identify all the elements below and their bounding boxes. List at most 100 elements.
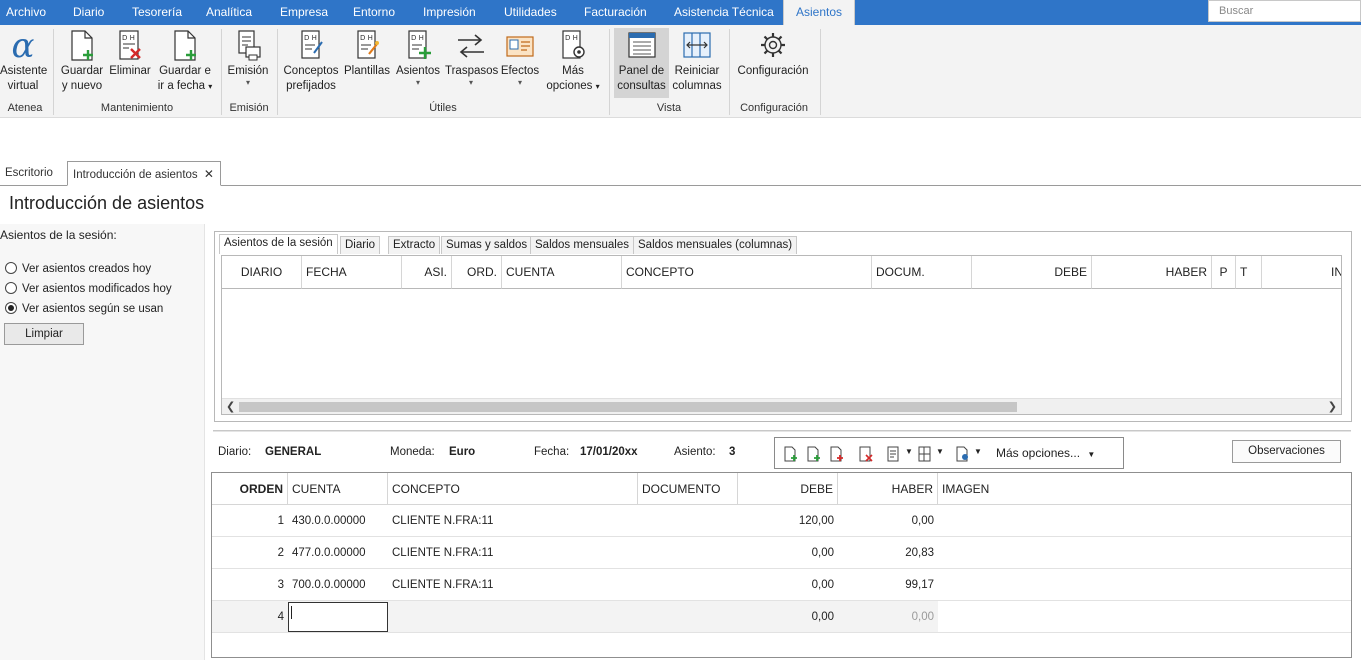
subtab-saldos-mensuales-columnas[interactable]: Saldos mensuales (columnas) <box>633 236 798 254</box>
column-header[interactable]: DOCUM. <box>872 256 972 289</box>
menu-tesoreria[interactable]: Tesorería <box>132 0 182 25</box>
panel-consultas-button[interactable]: Panel de consultas <box>614 28 669 98</box>
concepto-cell[interactable]: CLIENTE N.FRA:11 <box>392 505 493 537</box>
menu-analitica[interactable]: Analítica <box>206 0 252 25</box>
column-header[interactable]: DIARIO <box>222 256 302 289</box>
subtab-extracto[interactable]: Extracto <box>388 236 441 254</box>
cuenta-cell[interactable]: 700.0.0.00000 <box>292 569 366 601</box>
mas-opciones-ribbon-button[interactable]: D H Más opciones ▾ <box>544 28 602 94</box>
diario-value[interactable]: GENERAL <box>265 446 321 458</box>
subtab-saldos-mensuales[interactable]: Saldos mensuales <box>530 236 634 254</box>
tab-introduccion-asientos[interactable]: Introducción de asientos ✕ <box>67 161 221 186</box>
subtab-asientos-sesion[interactable]: Asientos de la sesión <box>219 234 338 254</box>
table-row[interactable]: 2 477.0.0.00000 CLIENTE N.FRA:11 0,00 20… <box>212 537 1351 569</box>
fecha-value[interactable]: 17/01/20xx <box>580 446 638 458</box>
menu-entorno[interactable]: Entorno <box>353 0 395 25</box>
emision-button[interactable]: Emisión ▾ <box>225 28 271 87</box>
column-header[interactable]: IMAGEN <box>938 473 1351 505</box>
table-row[interactable]: 4 0,00 0,00 <box>212 601 1351 633</box>
menu-archivo[interactable]: Archivo <box>6 0 46 25</box>
scrollbar-thumb[interactable] <box>239 402 1017 412</box>
scroll-right-icon[interactable]: ❯ <box>1328 400 1337 413</box>
concepto-cell[interactable]: CLIENTE N.FRA:11 <box>392 537 493 569</box>
delete-line-icon[interactable] <box>859 446 873 462</box>
columns-icon[interactable] <box>918 446 932 462</box>
tab-escritorio[interactable]: Escritorio <box>0 161 58 186</box>
column-header[interactable]: HABER <box>838 473 938 505</box>
debe-cell[interactable]: 120,00 <box>738 505 834 537</box>
radio-button[interactable] <box>5 262 17 274</box>
haber-cell[interactable]: 99,17 <box>838 569 934 601</box>
asientos-button[interactable]: D H Asientos ▾ <box>394 28 442 87</box>
cuenta-cell[interactable]: 477.0.0.00000 <box>292 537 366 569</box>
column-header[interactable]: CUENTA <box>288 473 388 505</box>
close-icon[interactable]: ✕ <box>204 167 214 181</box>
menu-impresion[interactable]: Impresión <box>423 0 476 25</box>
guardar-ir-fecha-button[interactable]: Guardar e ir a fecha ▾ <box>156 28 214 94</box>
menu-utilidades[interactable]: Utilidades <box>504 0 557 25</box>
chevron-down-icon[interactable]: ▼ <box>936 447 944 456</box>
reiniciar-columnas-button[interactable]: Reiniciar columnas <box>671 28 723 94</box>
duplicate-line-icon[interactable] <box>830 446 844 462</box>
subtab-diario[interactable]: Diario <box>340 236 381 254</box>
mas-opciones-button[interactable]: Más opciones... ▼ <box>996 446 1095 460</box>
column-header[interactable]: P <box>1212 256 1236 289</box>
insert-line-icon[interactable] <box>807 446 821 462</box>
cuenta-cell[interactable]: 430.0.0.00000 <box>292 505 366 537</box>
menu-asientos[interactable]: Asientos <box>783 0 856 25</box>
search-input[interactable]: Buscar <box>1208 0 1361 22</box>
cuenta-input[interactable] <box>288 602 388 632</box>
column-header[interactable]: IN <box>1262 256 1341 289</box>
column-header[interactable]: ORD. <box>452 256 502 289</box>
efectos-button[interactable]: Efectos ▾ <box>499 28 541 87</box>
column-header[interactable]: DEBE <box>972 256 1092 289</box>
observaciones-button[interactable]: Observaciones <box>1232 440 1341 463</box>
subtab-sumas-saldos[interactable]: Sumas y saldos <box>441 236 533 254</box>
scroll-left-icon[interactable]: ❮ <box>226 400 235 413</box>
radio-modificados-hoy[interactable]: Ver asientos modificados hoy <box>5 282 172 295</box>
column-header[interactable]: HABER <box>1092 256 1212 289</box>
column-header[interactable]: ORDEN <box>212 473 288 505</box>
column-header[interactable]: DEBE <box>738 473 838 505</box>
concepto-cell[interactable]: CLIENTE N.FRA:11 <box>392 569 493 601</box>
moneda-value[interactable]: Euro <box>449 446 475 458</box>
table-row[interactable]: 1 430.0.0.00000 CLIENTE N.FRA:11 120,00 … <box>212 505 1351 537</box>
document-settings-icon[interactable] <box>956 446 970 462</box>
radio-segun-se-usan[interactable]: Ver asientos según se usan <box>5 302 163 315</box>
column-header[interactable]: DOCUMENTO <box>638 473 738 505</box>
haber-cell[interactable]: 0,00 <box>838 601 934 633</box>
radio-creados-hoy[interactable]: Ver asientos creados hoy <box>5 262 151 275</box>
radio-button[interactable] <box>5 282 17 294</box>
conceptos-prefijados-button[interactable]: D H Conceptos prefijados <box>281 28 341 94</box>
column-header[interactable]: FECHA <box>302 256 402 289</box>
debe-cell[interactable]: 0,00 <box>738 601 834 633</box>
plantillas-button[interactable]: D H Plantillas <box>343 28 391 79</box>
debe-cell[interactable]: 0,00 <box>738 537 834 569</box>
menu-diario[interactable]: Diario <box>73 0 104 25</box>
horizontal-scrollbar[interactable]: ❮ ❯ <box>222 398 1341 414</box>
column-header[interactable]: T <box>1236 256 1262 289</box>
limpiar-button[interactable]: Limpiar <box>4 323 84 345</box>
debe-cell[interactable]: 0,00 <box>738 569 834 601</box>
configuracion-button[interactable]: Configuración <box>734 28 812 79</box>
radio-button[interactable] <box>5 302 17 314</box>
menu-empresa[interactable]: Empresa <box>280 0 328 25</box>
guardar-nuevo-button[interactable]: Guardar y nuevo <box>58 28 106 94</box>
column-header[interactable]: CONCEPTO <box>388 473 638 505</box>
column-header[interactable]: CONCEPTO <box>622 256 872 289</box>
asistente-virtual-button[interactable]: α Asistente virtual <box>0 28 47 94</box>
traspasos-button[interactable]: Traspasos ▾ <box>445 28 498 87</box>
chevron-down-icon[interactable]: ▼ <box>974 447 982 456</box>
haber-cell[interactable]: 20,83 <box>838 537 934 569</box>
add-line-icon[interactable] <box>784 446 798 462</box>
copy-line-icon[interactable] <box>887 446 901 462</box>
eliminar-button[interactable]: D H Eliminar <box>108 28 152 79</box>
efectos-label: Efectos <box>500 65 540 77</box>
table-row[interactable]: 3 700.0.0.00000 CLIENTE N.FRA:11 0,00 99… <box>212 569 1351 601</box>
menu-facturacion[interactable]: Facturación <box>584 0 647 25</box>
column-header[interactable]: CUENTA <box>502 256 622 289</box>
menu-asistencia-tecnica[interactable]: Asistencia Técnica <box>674 0 774 25</box>
column-header[interactable]: ASI. <box>402 256 452 289</box>
chevron-down-icon[interactable]: ▼ <box>905 447 913 456</box>
haber-cell[interactable]: 0,00 <box>838 505 934 537</box>
